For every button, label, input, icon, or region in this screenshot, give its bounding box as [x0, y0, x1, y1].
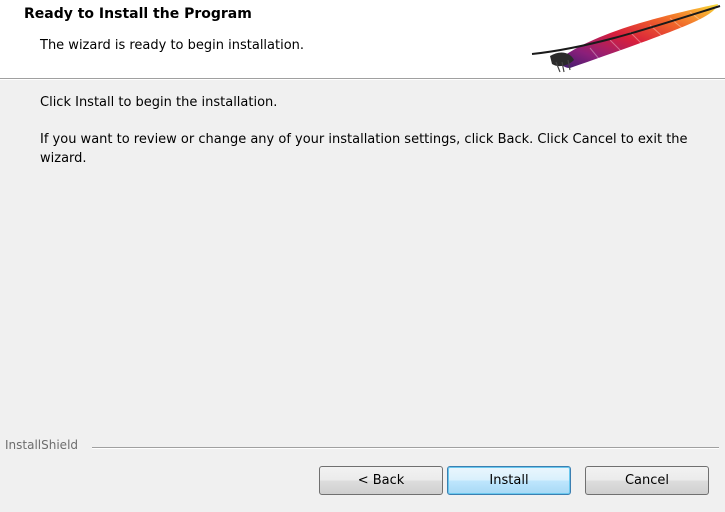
cancel-button[interactable]: Cancel [585, 466, 709, 495]
install-wizard-window: Ready to Install the Program The wizard … [0, 0, 725, 512]
install-button[interactable]: Install [447, 466, 571, 495]
page-title: Ready to Install the Program [24, 6, 252, 22]
page-subtitle: The wizard is ready to begin installatio… [40, 38, 305, 53]
header-divider [0, 78, 725, 80]
footer-divider [92, 447, 719, 449]
instruction-text: Click Install to begin the installation. [40, 95, 278, 110]
installshield-branding: InstallShield [0, 438, 725, 458]
back-button[interactable]: < Back [319, 466, 443, 495]
wizard-header: Ready to Install the Program The wizard … [0, 0, 725, 78]
apache-feather-icon [531, 4, 721, 73]
brand-label: InstallShield [5, 438, 85, 452]
review-settings-text: If you want to review or change any of y… [40, 132, 688, 166]
